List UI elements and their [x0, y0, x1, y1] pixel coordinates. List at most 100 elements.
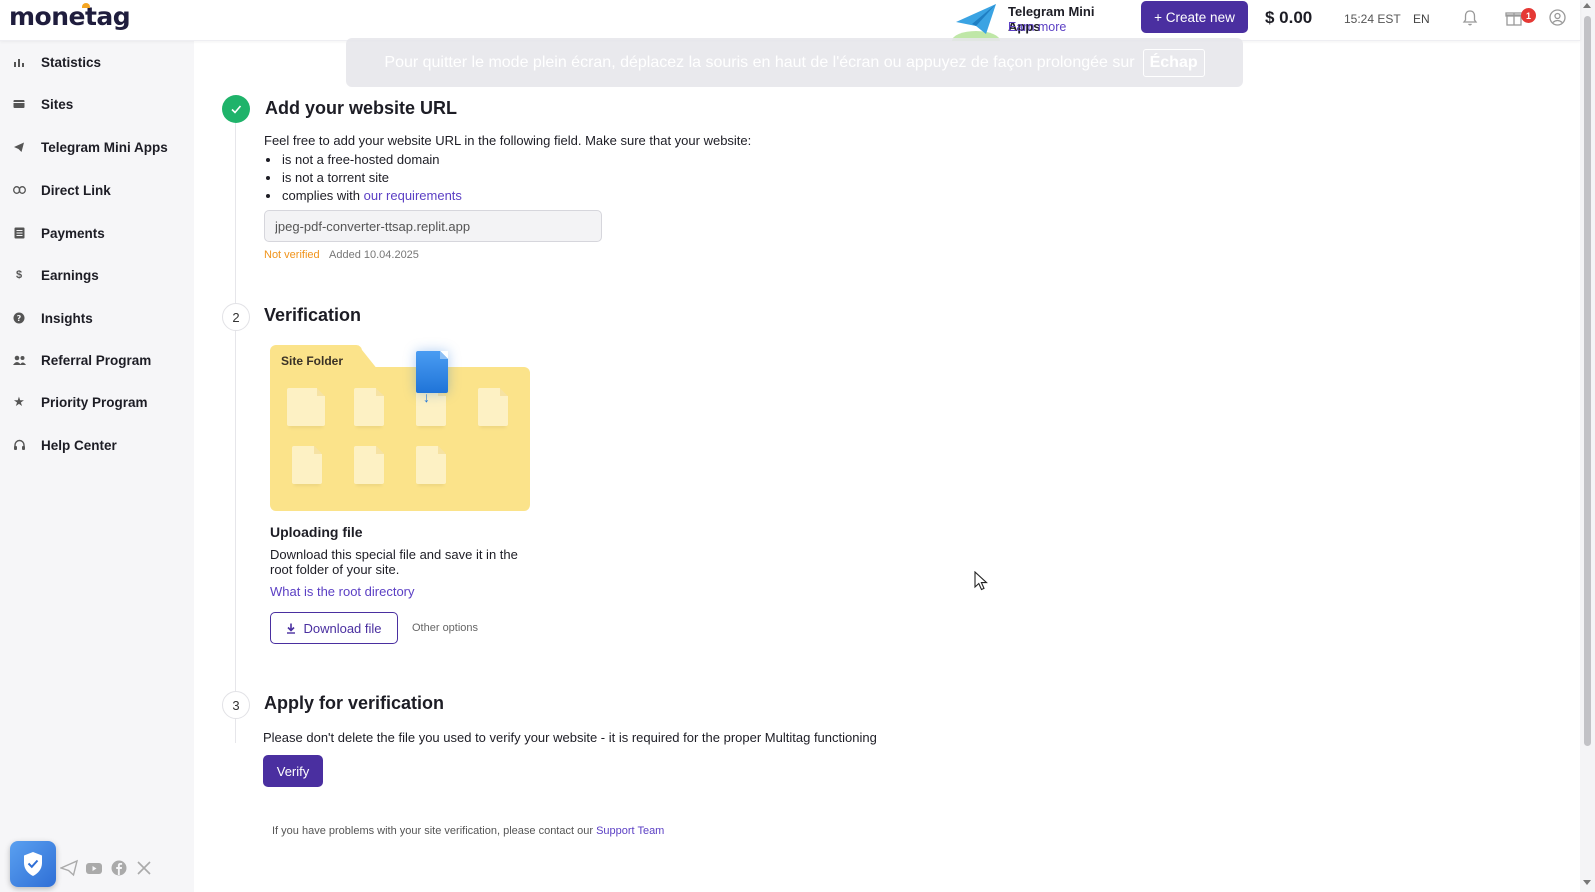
- sidebar-item-statistics[interactable]: Statistics: [0, 44, 194, 80]
- sidebar-item-label: Payments: [41, 225, 105, 241]
- sidebar-item-referral-program[interactable]: Referral Program: [0, 342, 194, 378]
- sidebar: Statistics Sites Telegram Mini Apps Dire…: [0, 41, 194, 892]
- bar-chart-icon: [12, 55, 26, 69]
- youtube-icon[interactable]: [85, 859, 103, 877]
- folder-label: Site Folder: [281, 354, 344, 368]
- list-item: is not a torrent site: [264, 170, 462, 188]
- list-item: complies with our requirements: [264, 188, 462, 206]
- root-directory-link[interactable]: What is the root directory: [270, 584, 415, 599]
- shield-icon[interactable]: [10, 841, 56, 887]
- sidebar-item-label: Priority Program: [41, 394, 148, 410]
- sidebar-item-label: Help Center: [41, 437, 117, 453]
- file-icon: [416, 388, 446, 426]
- file-icon: [416, 446, 446, 484]
- other-options-link[interactable]: Other options: [412, 622, 478, 634]
- verification-status: Not verified: [264, 249, 320, 261]
- sidebar-item-label: Earnings: [41, 267, 99, 283]
- site-folder-illustration: Site Folder ↓: [270, 345, 530, 511]
- sidebar-item-label: Sites: [41, 96, 74, 112]
- notification-badge: 1: [1521, 8, 1536, 23]
- sidebar-item-telegram-mini-apps[interactable]: Telegram Mini Apps: [0, 129, 194, 165]
- sidebar-item-help-center[interactable]: Help Center: [0, 427, 194, 463]
- file-icon: [354, 388, 384, 426]
- scrollbar-thumb[interactable]: [1584, 16, 1591, 746]
- sidebar-item-label: Direct Link: [41, 182, 111, 198]
- file-icon: [478, 388, 508, 426]
- file-icon: [292, 446, 322, 484]
- support-team-link[interactable]: Support Team: [596, 825, 664, 837]
- headset-icon: [12, 438, 26, 452]
- sidebar-item-insights[interactable]: ? Insights: [0, 300, 194, 336]
- dollar-icon: $: [15, 269, 23, 281]
- arrow-down-icon: ↓: [423, 389, 430, 405]
- sidebar-item-label: Statistics: [41, 54, 102, 70]
- balance: $ 0.00: [1265, 8, 1313, 27]
- bell-icon[interactable]: [1462, 9, 1478, 27]
- steps-connector: [235, 123, 236, 743]
- apply-description: Please don't delete the file you used to…: [263, 730, 877, 745]
- mouse-cursor-icon: [974, 571, 988, 591]
- download-file-label: Download file: [303, 620, 382, 636]
- earn-more-link[interactable]: Earn more: [1008, 20, 1066, 34]
- step-2-number: 2: [222, 303, 250, 331]
- svg-text:?: ?: [17, 314, 22, 323]
- sidebar-item-direct-link[interactable]: Direct Link: [0, 172, 194, 208]
- uploading-file-title: Uploading file: [270, 524, 363, 540]
- link-icon: [12, 183, 26, 197]
- verification-file-icon: [416, 351, 448, 393]
- step-3-number: 3: [222, 691, 250, 719]
- download-icon: [287, 623, 296, 634]
- sidebar-item-payments[interactable]: Payments: [0, 215, 194, 251]
- scroll-down-arrow-icon[interactable]: [1583, 880, 1591, 885]
- step-1-intro: Feel free to add your website URL in the…: [264, 133, 752, 148]
- sidebar-item-label: Telegram Mini Apps: [41, 139, 168, 155]
- download-file-button[interactable]: Download file: [270, 612, 398, 644]
- step-1-title: Add your website URL: [265, 98, 458, 118]
- telegram-promo[interactable]: Telegram Mini Apps Earn more: [950, 0, 1130, 41]
- scroll-up-arrow-icon[interactable]: [1583, 3, 1591, 8]
- support-note-text: If you have problems with your site veri…: [272, 825, 597, 837]
- main-content: Add your website URL Feel free to add yo…: [194, 41, 1580, 892]
- create-new-button[interactable]: + Create new: [1141, 1, 1248, 33]
- sidebar-item-label: Referral Program: [41, 352, 152, 368]
- logo-accent: [82, 3, 90, 8]
- file-icon: [354, 446, 384, 484]
- telegram-social-icon[interactable]: [60, 859, 78, 877]
- page-scrollbar[interactable]: [1580, 0, 1595, 892]
- escape-key-hint: Échap: [1142, 48, 1205, 77]
- telegram-icon: [12, 140, 26, 154]
- clock: 15:24 EST: [1344, 12, 1401, 26]
- sites-icon: [12, 97, 26, 111]
- sidebar-item-priority-program[interactable]: ★ Priority Program: [0, 384, 194, 420]
- logo-text: monetag: [9, 2, 131, 31]
- fullscreen-notice-text: Pour quitter le mode plein écran, déplac…: [384, 53, 1135, 71]
- verify-button[interactable]: Verify: [263, 755, 323, 787]
- requirements-link[interactable]: our requirements: [364, 188, 462, 203]
- monetag-logo[interactable]: monetag: [9, 2, 131, 31]
- requirements-list: is not a free-hosted domain is not a tor…: [264, 152, 462, 206]
- sidebar-item-sites[interactable]: Sites: [0, 86, 194, 122]
- support-note: If you have problems with your site veri…: [272, 825, 664, 837]
- added-date: Added 10.04.2025: [329, 249, 419, 261]
- website-url-field[interactable]: [264, 210, 602, 242]
- star-icon: ★: [13, 394, 25, 409]
- payments-icon: [12, 226, 26, 240]
- language-selector[interactable]: EN: [1413, 12, 1430, 26]
- facebook-icon[interactable]: [110, 859, 128, 877]
- requirement-text: complies with: [282, 188, 364, 203]
- top-bar: monetag Telegram Mini Apps Earn more + C…: [0, 0, 1580, 41]
- step-complete-check-icon: [222, 95, 250, 123]
- insights-icon: ?: [12, 311, 26, 325]
- x-twitter-icon[interactable]: [135, 859, 153, 877]
- user-account-icon[interactable]: [1549, 9, 1566, 26]
- referral-icon: [12, 353, 26, 367]
- sidebar-item-earnings[interactable]: $ Earnings: [0, 257, 194, 293]
- telegram-plane-icon: [952, 4, 1000, 41]
- step-2-title: Verification: [264, 305, 362, 325]
- sidebar-item-label: Insights: [41, 310, 93, 326]
- list-item: is not a free-hosted domain: [264, 152, 462, 170]
- fullscreen-exit-notice: Pour quitter le mode plein écran, déplac…: [346, 38, 1243, 87]
- file-icon: [287, 388, 325, 426]
- step-3-title: Apply for verification: [264, 693, 445, 713]
- uploading-file-description: Download this special file and save it i…: [270, 547, 518, 577]
